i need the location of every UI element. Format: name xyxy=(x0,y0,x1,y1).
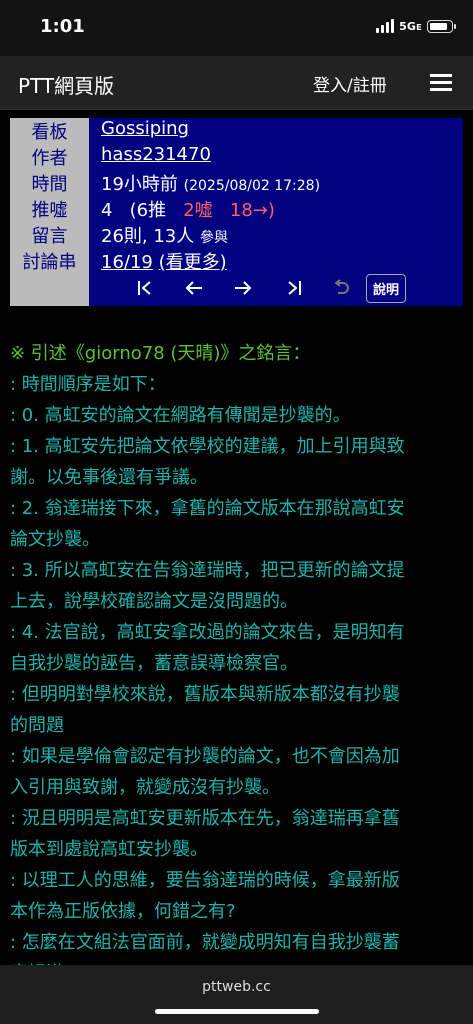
comments-value: 26則, 13人 參與 xyxy=(101,222,228,248)
author-link[interactable]: hass231470 xyxy=(101,144,211,165)
status-icons: 5Gᴇ xyxy=(376,19,456,33)
thread-position[interactable]: 16/19 xyxy=(101,252,153,273)
content-line: : 如果是學倫會認定有抄襲的論文，也不會因為加 xyxy=(10,746,400,767)
signal-icon xyxy=(376,19,395,33)
network-type: 5Gᴇ xyxy=(399,19,422,33)
content-line: 論文抄襲。 xyxy=(10,529,100,550)
hamburger-menu-icon[interactable] xyxy=(430,74,452,91)
content-line: : 0. 高虹安的論文在網路有傳聞是抄襲的。 xyxy=(10,405,351,426)
label-time: 時間 xyxy=(31,174,68,195)
content-line: 上去，說學校確認論文是沒問題的。 xyxy=(10,591,298,612)
first-page-icon[interactable] xyxy=(132,276,158,300)
last-page-icon[interactable] xyxy=(281,276,307,300)
time-absolute: (2025/08/02 17:28) xyxy=(183,178,321,194)
content-line: : 時間順序是如下： xyxy=(10,374,166,395)
comments-suffix: 參與 xyxy=(200,230,228,246)
next-page-icon[interactable] xyxy=(230,276,256,300)
push-score: 4 xyxy=(101,200,113,221)
content-line: 的問題 xyxy=(10,715,64,736)
thread-value[interactable]: 16/19 (看更多) xyxy=(101,248,227,274)
label-push: 推噓 xyxy=(31,200,68,221)
author-value: hass231470 xyxy=(101,144,211,165)
label-thread: 討論串 xyxy=(22,252,77,273)
push-count: (6推 xyxy=(129,200,167,221)
label-author: 作者 xyxy=(31,148,68,169)
content-line: : 以理工人的思維，要告翁達瑞的時候，拿最新版 xyxy=(10,870,400,891)
content-line: 入引用與致謝，就變成沒有抄襲。 xyxy=(10,777,280,798)
status-time: 1:01 xyxy=(40,16,85,37)
battery-icon xyxy=(427,19,456,33)
board-value: Gossiping xyxy=(101,118,189,139)
status-bar: 1:01 5Gᴇ xyxy=(0,0,473,56)
content-line: : 但明明對學校來說，舊版本與新版本都沒有抄襲 xyxy=(10,684,400,705)
back-icon[interactable] xyxy=(328,276,354,300)
article-meta: 看板 作者 時間 推噓 留言 討論串 Gossiping hass231470 … xyxy=(10,118,463,306)
content-line: : 3. 所以高虹安在告翁達瑞時，把已更新的論文提 xyxy=(10,560,405,581)
time-relative: 19小時前 xyxy=(101,174,178,195)
thread-more-link[interactable]: (看更多) xyxy=(159,252,227,273)
prev-page-icon[interactable] xyxy=(181,276,207,300)
meta-labels: 看板 作者 時間 推噓 留言 討論串 xyxy=(10,118,89,306)
content-line: 版本到處說高虹安抄襲。 xyxy=(10,839,208,860)
url-text[interactable]: pttweb.cc xyxy=(0,979,473,995)
content-line: 謝。以免事後還有爭議。 xyxy=(10,467,208,488)
help-button[interactable]: 說明 xyxy=(366,274,406,303)
content-line: : 況且明明是高虹安更新版本在先，翁達瑞再拿舊 xyxy=(10,808,400,829)
comments-count: 26則, 13人 xyxy=(101,226,195,247)
quote-line: ※ 引述《giorno78 (天晴)》之銘言： xyxy=(10,343,311,364)
content-line: 本作為正版依據，何錯之有? xyxy=(10,901,236,922)
home-indicator[interactable] xyxy=(155,1009,319,1014)
time-value: 19小時前 (2025/08/02 17:28) xyxy=(101,170,320,196)
content-line: : 怎麼在文組法官面前，就變成明知有自我抄襲蓄 xyxy=(10,932,400,953)
arrow-count: 18→) xyxy=(229,200,275,221)
article-body: ※ 引述《giorno78 (天晴)》之銘言： : 時間順序是如下： : 0. … xyxy=(0,338,473,966)
label-board: 看板 xyxy=(31,122,68,143)
content-line: : 1. 高虹安先把論文依學校的建議，加上引用與致 xyxy=(10,436,405,457)
label-comments: 留言 xyxy=(31,226,68,247)
header-bar: PTT網頁版 登入/註冊 xyxy=(0,56,473,110)
site-title[interactable]: PTT網頁版 xyxy=(18,70,114,99)
content-line: : 4. 法官說，高虹安拿改過的論文來告，是明知有 xyxy=(10,622,405,643)
content-line: 自我抄襲的誣告，蓄意誤導檢察官。 xyxy=(10,653,298,674)
push-value: 4 (6推 2噓 18→) xyxy=(101,196,275,222)
board-link[interactable]: Gossiping xyxy=(101,118,189,139)
content-line: : 2. 翁達瑞接下來，拿舊的論文版本在那說高虹安 xyxy=(10,498,405,519)
browser-url-bar[interactable]: pttweb.cc xyxy=(0,965,473,1024)
boo-count: 2噓 xyxy=(183,200,213,221)
login-link[interactable]: 登入/註冊 xyxy=(313,71,387,96)
